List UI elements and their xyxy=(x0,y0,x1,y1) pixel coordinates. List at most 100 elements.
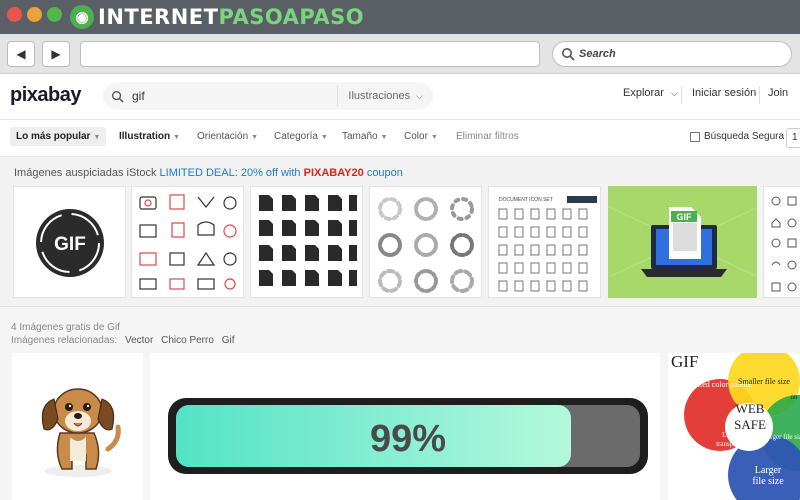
progress-bar-illustration: 99% xyxy=(168,398,648,474)
result-image-progress-bar[interactable]: 99% xyxy=(150,353,660,500)
caret-down-icon: ▼ xyxy=(93,134,101,141)
laptop-gif-icon: GIF xyxy=(609,206,756,278)
page-number-input[interactable]: 1 xyxy=(786,128,800,148)
file-icon-grid-icon xyxy=(259,195,357,286)
join-button[interactable]: Join xyxy=(768,87,788,99)
clear-filters-link[interactable]: Eliminar filtros xyxy=(456,131,519,142)
address-bar[interactable] xyxy=(80,41,540,67)
gif-badge-icon: GIF xyxy=(36,209,104,277)
result-image-venn-diagram[interactable]: GIF Limited color palette Smaller file s… xyxy=(668,353,800,500)
explore-label: Explorar xyxy=(623,87,664,99)
forward-arrow-icon: ▶ xyxy=(51,47,61,61)
document-icon-set-icon: DOCUMENT ICON SET xyxy=(498,196,597,292)
related-tag[interactable]: Gif xyxy=(222,335,235,346)
progress-label: 99% xyxy=(370,418,446,460)
site-header: pixabay gif Ilustraciones ⌵ Explorar ⌵ I… xyxy=(0,74,800,120)
sponsored-prefix: Imágenes auspiciadas iStock xyxy=(14,167,157,179)
venn-center-line-2: SAFE xyxy=(734,417,766,432)
type-filter[interactable]: Illustration ▼ xyxy=(119,131,180,142)
sponsored-thumb-ui-icons[interactable] xyxy=(763,186,800,298)
site-watermark: ◉ INTERNET PASOAPASO xyxy=(70,4,364,30)
window-titlebar: ◉ INTERNET PASOAPASO xyxy=(0,0,800,34)
category-filter[interactable]: Categoría ▼ xyxy=(274,131,328,142)
back-button[interactable]: ◀ xyxy=(7,41,35,67)
sort-label: Lo más popular xyxy=(16,131,91,142)
caret-down-icon: ▼ xyxy=(380,134,388,141)
sponsored-thumb-laptop-gif[interactable]: GIF xyxy=(608,186,757,298)
media-type-dropdown[interactable]: Ilustraciones ⌵ xyxy=(337,85,433,107)
sponsored-thumb-document-icons[interactable]: DOCUMENT ICON SET xyxy=(488,186,601,298)
related-label: Imágenes relacionadas: xyxy=(11,335,118,346)
puppy-illustration xyxy=(41,388,121,477)
orientation-filter[interactable]: Orientación ▼ xyxy=(197,131,258,142)
forward-button[interactable]: ▶ xyxy=(42,41,70,67)
related-tag[interactable]: Chico Perro xyxy=(161,335,214,346)
ui-icon-set-icon xyxy=(771,196,797,292)
coupon-suffix[interactable]: coupon xyxy=(367,167,403,179)
media-type-label: Ilustraciones xyxy=(348,90,411,102)
filter-bar: Lo más popular ▼ Illustration ▼ Orientació… xyxy=(0,120,800,157)
search-icon xyxy=(562,48,575,61)
safe-search-checkbox[interactable] xyxy=(690,131,700,142)
maximize-window-button[interactable] xyxy=(47,7,62,22)
sort-dropdown[interactable]: Lo más popular ▼ xyxy=(10,127,107,146)
results-count: 4 Imágenes gratis de Gif xyxy=(11,322,120,333)
venn-white-line-2: transparency xyxy=(716,440,752,448)
venn-blue-line-1: Larger xyxy=(755,465,782,476)
gif-badge-text: GIF xyxy=(54,234,86,255)
related-tag[interactable]: Vector xyxy=(125,335,153,346)
color-filter-label: Color xyxy=(404,131,428,142)
safe-search-toggle[interactable]: Búsqueda Segura xyxy=(690,131,784,142)
browser-toolbar: ◀ ▶ Search xyxy=(0,34,800,74)
size-filter[interactable]: Tamaño ▼ xyxy=(342,131,388,142)
caret-down-icon: ▼ xyxy=(251,134,259,141)
loading-spinner-icon xyxy=(378,197,474,293)
category-filter-label: Categoría xyxy=(274,131,318,142)
venn-diagram-illustration: GIF Limited color palette Smaller file s… xyxy=(671,353,800,500)
sponsored-thumb-file-icons[interactable] xyxy=(250,186,363,298)
back-arrow-icon: ◀ xyxy=(16,47,26,61)
caret-down-icon: ▼ xyxy=(430,134,438,141)
globe-icon: ◉ xyxy=(70,5,94,29)
brand-main-text: INTERNET xyxy=(98,5,219,29)
venn-blue-line-2: file size xyxy=(752,476,784,487)
chevron-down-icon: ⌵ xyxy=(416,90,423,101)
type-filter-label: Illustration xyxy=(119,131,171,142)
sponsored-thumb-loading-spinners[interactable] xyxy=(369,186,482,298)
chevron-down-icon: ⌵ xyxy=(671,88,678,98)
search-icon xyxy=(111,90,124,103)
brand-accent-text: PASOAPASO xyxy=(218,5,365,29)
pixabay-logo[interactable]: pixabay xyxy=(10,84,81,107)
sponsored-thumb-media-icons[interactable] xyxy=(131,186,244,298)
venn-no-label: no xyxy=(791,393,799,401)
color-filter[interactable]: Color ▼ xyxy=(404,131,438,142)
venn-yellow-label: Smaller file size xyxy=(738,377,790,386)
related-searches: Imágenes relacionadas: Vector Chico Perr… xyxy=(11,335,239,346)
explore-menu[interactable]: Explorar ⌵ xyxy=(623,87,678,99)
sponsored-banner: Imágenes auspiciadas iStock LIMITED DEAL… xyxy=(14,167,403,179)
coupon-code: PIXABAY20 xyxy=(303,167,364,179)
login-link[interactable]: Iniciar sesión xyxy=(692,87,756,99)
deal-link[interactable]: LIMITED DEAL: 20% off with xyxy=(160,167,301,179)
venn-center-line-1: WEB xyxy=(736,401,765,416)
result-image-puppy[interactable] xyxy=(12,353,143,500)
venn-green-label: Larger file size xyxy=(763,433,800,441)
search-input[interactable]: gif xyxy=(132,89,337,103)
venn-white-line-1: Lossless xyxy=(722,431,746,439)
venn-title: GIF xyxy=(671,353,698,371)
site-search-bar[interactable]: gif Ilustraciones ⌵ xyxy=(103,82,433,110)
laptop-gif-badge: GIF xyxy=(677,212,693,222)
browser-search-label: Search xyxy=(579,48,616,60)
caret-down-icon: ▼ xyxy=(173,134,181,141)
sponsored-section: Imágenes auspiciadas iStock LIMITED DEAL… xyxy=(0,157,800,307)
minimize-window-button[interactable] xyxy=(27,7,42,22)
size-filter-label: Tamaño xyxy=(342,131,378,142)
close-window-button[interactable] xyxy=(7,7,22,22)
safe-search-label: Búsqueda Segura xyxy=(704,131,785,142)
orientation-filter-label: Orientación xyxy=(197,131,249,142)
document-set-title: DOCUMENT ICON SET xyxy=(499,197,553,203)
caret-down-icon: ▼ xyxy=(320,134,328,141)
media-icon-set-icon xyxy=(139,194,237,290)
browser-search-box[interactable]: Search xyxy=(552,41,792,67)
sponsored-thumb-gif-badge[interactable]: GIF xyxy=(13,186,126,298)
